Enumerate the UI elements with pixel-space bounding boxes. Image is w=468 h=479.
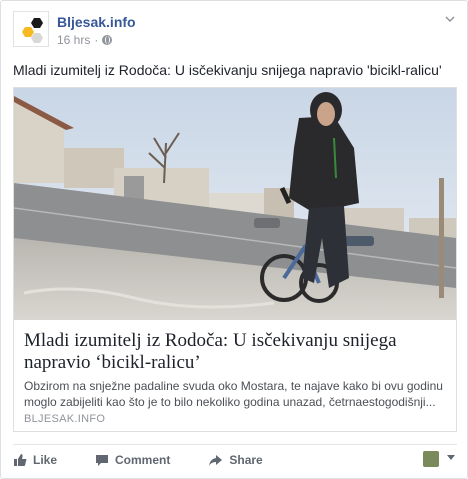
share-arrow-icon: [209, 454, 223, 466]
reaction-profile-avatar[interactable]: [423, 451, 439, 467]
globe-icon: [102, 35, 113, 45]
post-header: Bljesak.info 16 hrs ·: [13, 11, 457, 51]
post-timestamp[interactable]: 16 hrs: [57, 33, 90, 47]
link-description: Obzirom na snježne padaline svuda oko Mo…: [24, 379, 443, 409]
link-preview-card[interactable]: Mladi izumitelj iz Rodoča: U isčekivanju…: [13, 87, 457, 432]
actions-divider: [13, 444, 457, 445]
like-button[interactable]: Like: [13, 453, 57, 467]
page-avatar[interactable]: [13, 11, 49, 47]
meta-separator: ·: [94, 33, 99, 47]
comment-button[interactable]: Comment: [95, 453, 170, 467]
link-title[interactable]: Mladi izumitelj iz Rodoča: U isčekivanju…: [24, 330, 448, 374]
chevron-down-icon[interactable]: [443, 13, 457, 27]
caret-down-icon[interactable]: [447, 455, 455, 460]
bljesak-logo-icon: [22, 18, 43, 43]
page-name-link[interactable]: Bljesak.info: [57, 14, 136, 30]
comment-label: Comment: [115, 453, 171, 467]
share-button[interactable]: Share: [208, 453, 263, 467]
share-label: Share: [229, 453, 263, 467]
feed-post: Bljesak.info 16 hrs · Mladi izumitelj iz…: [0, 0, 468, 479]
comment-icon: [96, 454, 109, 466]
link-domain: BLJESAK.INFO: [24, 413, 106, 425]
post-actions-bar: Like Comment Share: [13, 447, 457, 473]
post-caption: Mladi izumitelj iz Rodoča: U isčekivanju…: [13, 62, 442, 78]
thumbs-up-icon: [14, 454, 27, 466]
post-meta: 16 hrs ·: [57, 33, 113, 47]
link-preview-image[interactable]: [14, 88, 456, 320]
like-label: Like: [33, 453, 58, 467]
